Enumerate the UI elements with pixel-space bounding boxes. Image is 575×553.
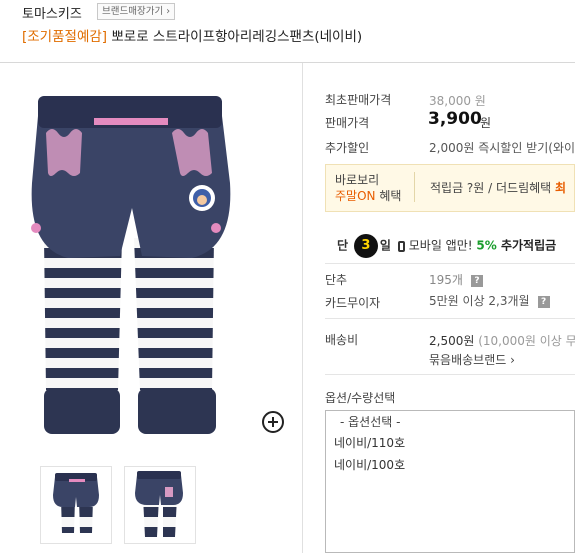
thumbnail-image — [135, 471, 183, 537]
option-item[interactable]: 네이비/110호 — [334, 434, 405, 451]
benefit-tail: 혜택 — [375, 189, 402, 203]
stock-label: 단추 — [325, 273, 348, 287]
title-tag: [조기품절예감] — [22, 29, 108, 45]
shipping-fee-value: 2,500원 — [429, 334, 475, 348]
card-installment-label: 카드무이자 — [325, 296, 381, 310]
shipping-fee: 2,500원 (10,000원 이상 무료 — [429, 332, 575, 349]
stock-count: 195개 — [429, 273, 463, 287]
promo-extra-points: 추가적립금 — [496, 238, 557, 253]
product-thumbnail-2[interactable] — [124, 466, 196, 544]
header-divider — [0, 62, 575, 63]
benefit-title: 바로보리 — [335, 173, 380, 187]
thumbnail-image — [53, 473, 99, 533]
column-divider — [302, 63, 303, 553]
shipping-label: 배송비 — [325, 333, 359, 347]
sale-price-label: 판매가격 — [325, 116, 370, 130]
stock-value: 195개? — [429, 271, 483, 288]
reward-points-text: 적립금 ?원 / 더드림혜택 — [430, 181, 556, 195]
original-price-label: 최초판매가격 — [325, 93, 392, 107]
original-price-value: 38,000 원 — [429, 94, 486, 108]
card-installment-value: 5만원 이상 2,3개월? — [429, 292, 550, 309]
days-badge: 3 — [353, 234, 378, 258]
product-main-image[interactable] — [22, 88, 272, 438]
benefit-divider — [414, 172, 415, 202]
product-thumbnail-1[interactable] — [40, 466, 112, 544]
sale-price-unit: 원 — [480, 116, 492, 130]
days-suffix: 일 — [379, 238, 391, 253]
section-divider — [325, 374, 575, 375]
brand-name[interactable]: 토마스키즈 — [22, 3, 82, 22]
sale-price-value: 3,900 — [428, 109, 482, 129]
bundle-shipping-brand-link[interactable]: 묶음배송브랜드 › — [429, 351, 515, 368]
days-number: 3 — [361, 238, 371, 253]
zoom-in-icon[interactable] — [262, 411, 284, 433]
promo-percent: 5% — [476, 238, 497, 253]
help-icon[interactable]: ? — [537, 295, 550, 308]
product-title: [조기품절예감] 뽀로로 스트라이프항아리레깅스팬츠(네이비) — [22, 25, 362, 45]
option-placeholder[interactable]: - 옵션선택 - — [340, 413, 400, 430]
mobile-promo-banner[interactable]: 단 3일 모바일 앱만! 5% 추가적립금 — [337, 234, 556, 258]
weekend-benefit[interactable]: 주말ON 혜택 — [335, 187, 401, 204]
brand-store-button[interactable]: 브랜드매장가기 › — [97, 3, 175, 20]
option-listbox[interactable] — [325, 410, 575, 553]
discount-label: 추가할인 — [325, 141, 370, 155]
mobile-phone-icon — [397, 240, 405, 252]
reward-points-highlight: 최 — [555, 181, 567, 195]
promo-prefix: 단 — [337, 238, 349, 253]
option-item[interactable]: 네이비/100호 — [334, 456, 405, 473]
instant-discount-link[interactable]: 2,000원 즉시할인 받기(와이 — [429, 139, 575, 156]
promo-text: 모바일 앱만! — [408, 238, 477, 253]
title-text: 뽀로로 스트라이프항아리레깅스팬츠(네이비) — [111, 29, 363, 45]
help-icon[interactable]: ? — [470, 274, 483, 287]
option-quantity-label: 옵션/수량선택 — [325, 391, 396, 405]
section-divider — [325, 318, 575, 319]
section-divider — [325, 263, 575, 264]
reward-points-info[interactable]: 적립금 ?원 / 더드림혜택 최 — [430, 179, 566, 196]
free-shipping-threshold: (10,000원 이상 무료 — [478, 334, 575, 348]
weekend-on-label: 주말ON — [335, 189, 376, 203]
card-installment-text: 5만원 이상 2,3개월 — [429, 294, 530, 308]
